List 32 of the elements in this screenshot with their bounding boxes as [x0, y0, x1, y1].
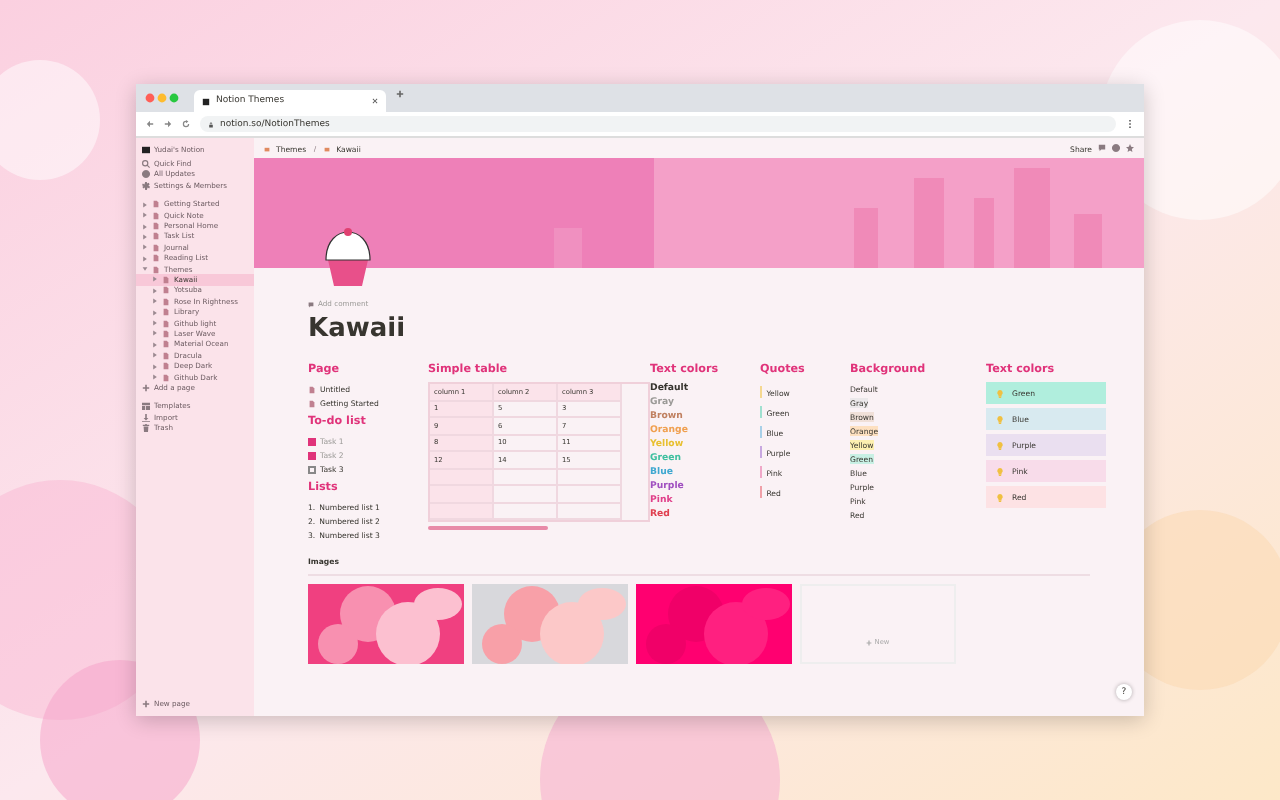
- lightbulb-icon: [996, 467, 1004, 475]
- settings-icon: [142, 181, 150, 190]
- plus-icon: [142, 383, 150, 392]
- notion-logo-icon: [202, 97, 210, 105]
- page-title: Kawaii: [308, 314, 408, 344]
- template-icon: [142, 402, 150, 411]
- forward-icon: [164, 120, 172, 128]
- lightbulb-icon: [996, 493, 1004, 501]
- checkbox[interactable]: [308, 437, 316, 445]
- comment-icon: [1098, 144, 1106, 152]
- close-icon: [372, 98, 378, 104]
- lock-icon: [208, 121, 214, 127]
- checkbox[interactable]: [308, 451, 316, 459]
- page-icon: [264, 145, 270, 151]
- plus-icon: [866, 640, 873, 646]
- plus-icon: [396, 90, 404, 98]
- lightbulb-icon: [996, 415, 1004, 423]
- workspace-icon: [142, 145, 150, 154]
- star-icon: [1126, 144, 1134, 152]
- trash-icon: [142, 424, 150, 433]
- window-controls[interactable]: [144, 92, 184, 104]
- plus-icon: [142, 700, 150, 709]
- search-icon: [142, 160, 150, 169]
- page-icon: [324, 145, 331, 151]
- checkbox[interactable]: [308, 465, 316, 473]
- lightbulb-icon: [996, 389, 1004, 397]
- lightbulb-icon: [996, 441, 1004, 449]
- download-icon: [142, 413, 150, 422]
- back-icon: [146, 120, 154, 128]
- reload-icon: [182, 120, 190, 128]
- scrollbar[interactable]: [428, 526, 548, 530]
- comment-icon: [308, 301, 314, 307]
